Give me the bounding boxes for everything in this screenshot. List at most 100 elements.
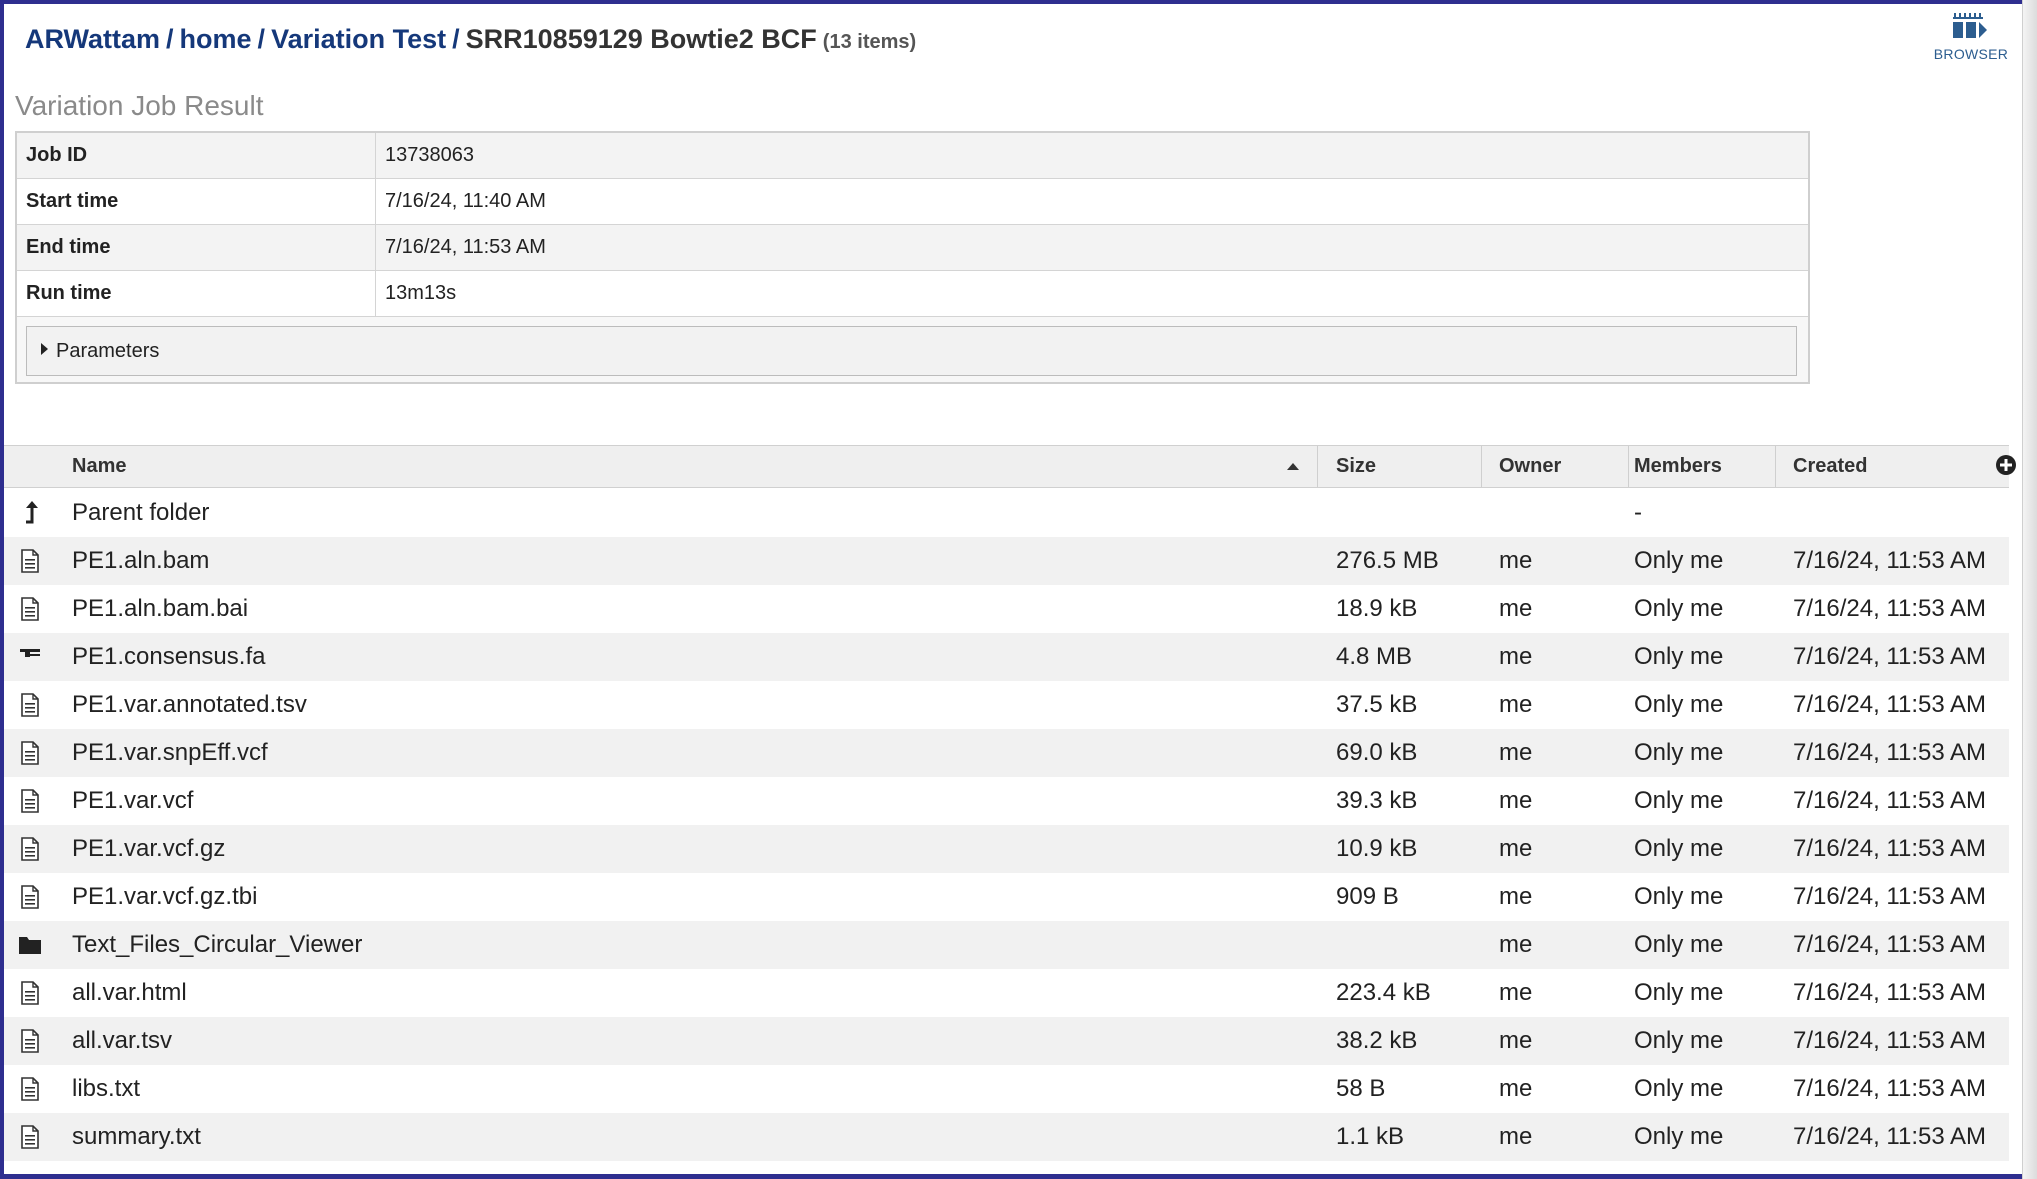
- file-members: Only me: [1634, 643, 1724, 670]
- browser-button[interactable]: BROWSER: [1928, 12, 2014, 74]
- table-row[interactable]: all.var.tsv 38.2 kB me Only me 7/16/24, 11:5…: [4, 1017, 2009, 1065]
- file-members: Only me: [1634, 1027, 1724, 1054]
- column-header-size[interactable]: Size: [1336, 446, 1376, 487]
- parent-folder-icon: [26, 501, 38, 524]
- file-created: 7/16/24, 11:53 AM: [1793, 691, 1987, 718]
- file-icon: [21, 693, 39, 717]
- file-created: 7/16/24, 11:53 AM: [1793, 883, 1987, 910]
- job-key: Job ID: [17, 133, 376, 178]
- file-size: 223.4 kB: [1336, 979, 1431, 1006]
- file-name: PE1.consensus.fa: [72, 643, 266, 670]
- table-row[interactable]: PE1.var.vcf 39.3 kB me Only me 7/16/24, 11:5…: [4, 777, 2009, 825]
- column-divider[interactable]: [1775, 446, 1776, 487]
- file-members: Only me: [1634, 1123, 1724, 1150]
- folder-icon: [19, 937, 41, 954]
- genome-browser-icon: [1953, 13, 1987, 38]
- column-header-created[interactable]: Created: [1793, 446, 1867, 487]
- column-header-owner[interactable]: Owner: [1499, 446, 1561, 487]
- file-size: 39.3 kB: [1336, 787, 1418, 814]
- table-row[interactable]: PE1.var.vcf.gz 10.9 kB me Only me 7/16/24, 1…: [4, 825, 2009, 873]
- file-created: 7/16/24, 11:53 AM: [1793, 979, 1987, 1006]
- table-row[interactable]: PE1.aln.bam 276.5 MB me Only me 7/16/24, 11:…: [4, 537, 2009, 585]
- file-owner: me: [1499, 1123, 1533, 1150]
- file-members: -: [1634, 499, 1642, 526]
- parent-folder-row[interactable]: Parent folder -: [4, 489, 2009, 537]
- item-count: (13 items): [822, 31, 917, 53]
- table-row[interactable]: libs.txt 58 B me Only me 7/16/24, 11:53 AM: [4, 1065, 2009, 1113]
- column-divider[interactable]: [1317, 446, 1318, 487]
- breadcrumb-separator: /: [166, 24, 174, 54]
- file-icon: [21, 741, 39, 765]
- file-name: PE1.var.annotated.tsv: [72, 691, 307, 718]
- table-row[interactable]: PE1.var.annotated.tsv 37.5 kB me Only me 7/1…: [4, 681, 2009, 729]
- file-members: Only me: [1634, 547, 1724, 574]
- add-column-icon[interactable]: [1995, 454, 2017, 476]
- file-size: 18.9 kB: [1336, 595, 1418, 622]
- file-name: all.var.html: [72, 979, 187, 1006]
- file-created: 7/16/24, 11:53 AM: [1793, 787, 1987, 814]
- file-owner: me: [1499, 739, 1533, 766]
- file-owner: me: [1499, 787, 1533, 814]
- file-owner: me: [1499, 979, 1533, 1006]
- file-members: Only me: [1634, 739, 1724, 766]
- browser-button-label: BROWSER: [1933, 46, 2009, 62]
- parameters-label: Parameters: [56, 340, 160, 362]
- breadcrumb-separator: /: [257, 24, 266, 54]
- file-size: 58 B: [1336, 1075, 1386, 1102]
- file-icon: [21, 837, 39, 861]
- job-row-id: Job ID 13738063: [17, 133, 1808, 179]
- file-size: 69.0 kB: [1336, 739, 1418, 766]
- file-size: 38.2 kB: [1336, 1027, 1418, 1054]
- column-header-name[interactable]: Name: [72, 446, 126, 487]
- breadcrumb-home[interactable]: home: [180, 24, 252, 54]
- table-row[interactable]: PE1.aln.bam.bai 18.9 kB me Only me 7/16/24, …: [4, 585, 2009, 633]
- file-size: 909 B: [1336, 883, 1399, 910]
- file-icon: [21, 1125, 39, 1149]
- file-size: 4.8 MB: [1336, 643, 1413, 670]
- parameters-toggle[interactable]: Parameters: [26, 326, 1797, 376]
- file-created: 7/16/24, 11:53 AM: [1793, 595, 1987, 622]
- file-members: Only me: [1634, 595, 1724, 622]
- file-owner: me: [1499, 835, 1533, 862]
- table-row[interactable]: PE1.var.vcf.gz.tbi 909 B me Only me 7/16/24,…: [4, 873, 2009, 921]
- table-row[interactable]: PE1.var.snpEff.vcf 69.0 kB me Only me 7/16/2…: [4, 729, 2009, 777]
- file-owner: me: [1499, 1075, 1533, 1102]
- file-created: 7/16/24, 11:53 AM: [1793, 835, 1987, 862]
- table-row[interactable]: PE1.consensus.fa 4.8 MB me Only me 7/16/24, …: [4, 633, 2009, 681]
- file-size: 10.9 kB: [1336, 835, 1418, 862]
- column-header-members[interactable]: Members: [1634, 446, 1722, 487]
- file-name: summary.txt: [72, 1123, 201, 1150]
- file-created: 7/16/24, 11:53 AM: [1793, 1123, 1987, 1150]
- job-value: 7/16/24, 11:40 AM: [385, 190, 546, 212]
- breadcrumb-folder[interactable]: Variation Test: [271, 24, 446, 54]
- file-created: 7/16/24, 11:53 AM: [1793, 739, 1987, 766]
- column-divider[interactable]: [1628, 446, 1629, 487]
- file-created: 7/16/24, 11:53 AM: [1793, 1075, 1987, 1102]
- breadcrumb-current: SRR10859129 Bowtie2 BCF: [465, 24, 817, 54]
- file-owner: me: [1499, 643, 1533, 670]
- file-owner: me: [1499, 883, 1533, 910]
- file-members: Only me: [1634, 883, 1724, 910]
- file-name: Parent folder: [72, 499, 210, 526]
- table-row[interactable]: all.var.html 223.4 kB me Only me 7/16/24, 11…: [4, 969, 2009, 1017]
- breadcrumb: ARWattam / home / Variation Test / SRR10859129…: [25, 24, 916, 55]
- file-name: PE1.var.vcf.gz.tbi: [72, 883, 258, 910]
- section-title: Variation Job Result: [15, 90, 264, 121]
- job-key: Start time: [17, 179, 376, 224]
- file-name: PE1.var.snpEff.vcf: [72, 739, 268, 766]
- file-icon: [21, 1077, 39, 1101]
- job-key: Run time: [17, 271, 376, 316]
- file-owner: me: [1499, 691, 1533, 718]
- column-divider[interactable]: [1481, 446, 1482, 487]
- breadcrumb-separator: /: [452, 24, 460, 54]
- table-row[interactable]: Text_Files_Circular_Viewer me Only me 7/16/…: [4, 921, 2009, 969]
- job-row-end: End time 7/16/24, 11:53 AM: [17, 225, 1808, 271]
- file-grid-header: Name Size Owner Members Created: [4, 445, 2016, 488]
- file-members: Only me: [1634, 979, 1724, 1006]
- breadcrumb-user[interactable]: ARWattam: [25, 24, 160, 54]
- file-created: 7/16/24, 11:53 AM: [1793, 547, 1987, 574]
- sort-ascending-icon[interactable]: [1287, 463, 1299, 470]
- table-row[interactable]: summary.txt 1.1 kB me Only me 7/16/24, 11:53…: [4, 1113, 2009, 1161]
- job-value: 13m13s: [385, 282, 457, 304]
- file-size: 1.1 kB: [1336, 1123, 1405, 1150]
